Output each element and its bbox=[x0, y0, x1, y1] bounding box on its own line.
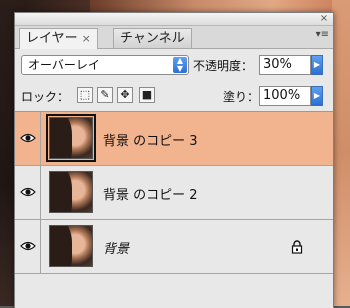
eye-icon bbox=[20, 133, 36, 143]
lock-all-icon[interactable]: ■ bbox=[139, 87, 155, 103]
fill-input[interactable]: 100% bbox=[259, 86, 311, 106]
lock-fill-row: ロック： ⬚ ✎ ✥ ■ 塗り： 100% ▶ bbox=[15, 81, 333, 109]
tab-layers-label: レイヤー bbox=[26, 31, 78, 46]
eye-icon bbox=[20, 241, 36, 251]
eye-icon bbox=[20, 187, 36, 197]
layer-row[interactable]: 背景 のコピー 2 bbox=[15, 166, 333, 220]
panel-titlebar[interactable]: × bbox=[15, 13, 333, 26]
layer-name[interactable]: 背景 のコピー 3 bbox=[103, 130, 198, 149]
select-arrows-icon: ▲ ▼ bbox=[173, 57, 187, 73]
fill-slider-arrow-icon[interactable]: ▶ bbox=[311, 86, 323, 106]
layers-panel: × レイヤー × チャンネル ▾≡ オーバーレイ ▲ ▼ 不透明度： 30% ▶ ロ… bbox=[14, 12, 334, 308]
layer-thumbnail bbox=[49, 171, 93, 213]
background-photo-right bbox=[332, 0, 350, 306]
blend-mode-value: オーバーレイ bbox=[28, 58, 100, 72]
layer-thumbnail bbox=[49, 225, 93, 267]
lock-icon bbox=[291, 240, 303, 254]
opacity-slider-arrow-icon[interactable]: ▶ bbox=[311, 55, 323, 75]
layer-thumbnail bbox=[46, 114, 96, 162]
lock-move-icon[interactable]: ✥ bbox=[117, 87, 133, 103]
lock-transparent-icon[interactable]: ⬚ bbox=[77, 87, 93, 103]
visibility-toggle[interactable] bbox=[15, 112, 41, 165]
panel-menu-icon[interactable]: ▾≡ bbox=[316, 30, 329, 40]
panel-tab-row: レイヤー × チャンネル ▾≡ bbox=[15, 26, 333, 49]
layers-list: 背景 のコピー 3 背景 のコピー 2 背景 bbox=[15, 111, 333, 308]
panel-close-button[interactable]: × bbox=[319, 14, 329, 24]
tab-layers[interactable]: レイヤー × bbox=[19, 28, 98, 49]
tab-channels[interactable]: チャンネル bbox=[113, 28, 192, 48]
layer-row[interactable]: 背景 のコピー 3 bbox=[15, 112, 333, 166]
opacity-input[interactable]: 30% bbox=[259, 55, 311, 75]
lock-label: ロック： bbox=[21, 90, 70, 104]
layer-name[interactable]: 背景 のコピー 2 bbox=[103, 184, 198, 203]
blend-mode-select[interactable]: オーバーレイ ▲ ▼ bbox=[21, 55, 189, 75]
opacity-label: 不透明度： bbox=[193, 59, 254, 73]
fill-label: 塗り： bbox=[223, 90, 260, 104]
visibility-toggle[interactable] bbox=[15, 166, 41, 219]
blend-opacity-row: オーバーレイ ▲ ▼ 不透明度： 30% ▶ bbox=[15, 49, 333, 79]
visibility-toggle[interactable] bbox=[15, 220, 41, 273]
tab-channels-label: チャンネル bbox=[120, 31, 185, 46]
layer-row[interactable]: 背景 bbox=[15, 220, 333, 274]
tab-close-icon[interactable]: × bbox=[82, 32, 91, 45]
layer-name[interactable]: 背景 bbox=[103, 238, 129, 257]
lock-paint-icon[interactable]: ✎ bbox=[97, 87, 113, 103]
